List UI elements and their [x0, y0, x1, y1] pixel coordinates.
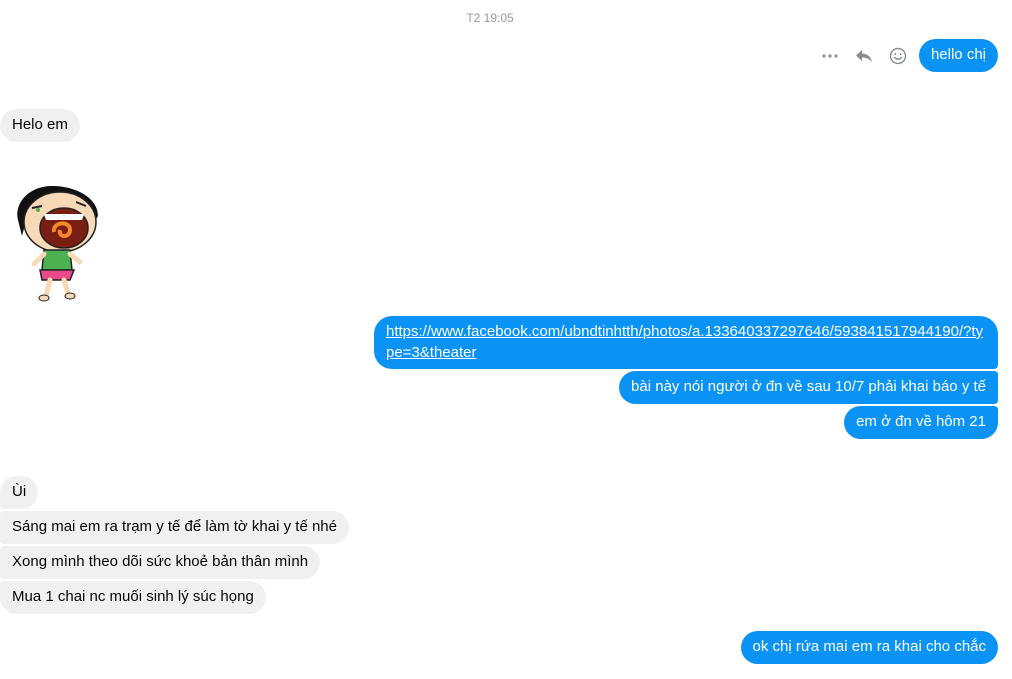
- incoming-message[interactable]: Sáng mai em ra trạm y tế để làm tờ khai …: [0, 511, 349, 544]
- sticker-image[interactable]: [12, 184, 104, 304]
- outgoing-message[interactable]: em ở đn về hôm 21: [844, 406, 998, 439]
- outgoing-message[interactable]: ok chị rứa mai em ra khai cho chắc: [740, 631, 998, 664]
- message-link[interactable]: https://www.facebook.com/ubndtinhtth/pho…: [386, 323, 983, 361]
- message-timestamp: T2 19:05: [466, 11, 514, 25]
- incoming-message[interactable]: Ùi: [0, 476, 39, 509]
- outgoing-link-message: https://www.facebook.com/ubndtinhtth/pho…: [374, 316, 998, 369]
- outgoing-message[interactable]: hello chị: [918, 39, 998, 72]
- chat-conversation: T2 19:05 hello chị Helo em https://www.f…: [0, 0, 1012, 679]
- emoji-icon[interactable]: [886, 44, 910, 68]
- message-actions: [818, 44, 920, 68]
- outgoing-message[interactable]: bài này nói người ở đn về sau 10/7 phải …: [619, 371, 998, 404]
- reply-icon[interactable]: [852, 44, 876, 68]
- incoming-message[interactable]: Mua 1 chai nc muối sinh lý súc họng: [0, 581, 266, 614]
- incoming-message[interactable]: Xong mình theo dõi sức khoẻ bản thân mìn…: [0, 546, 321, 579]
- more-icon[interactable]: [818, 44, 842, 68]
- incoming-message[interactable]: Helo em: [0, 109, 80, 142]
